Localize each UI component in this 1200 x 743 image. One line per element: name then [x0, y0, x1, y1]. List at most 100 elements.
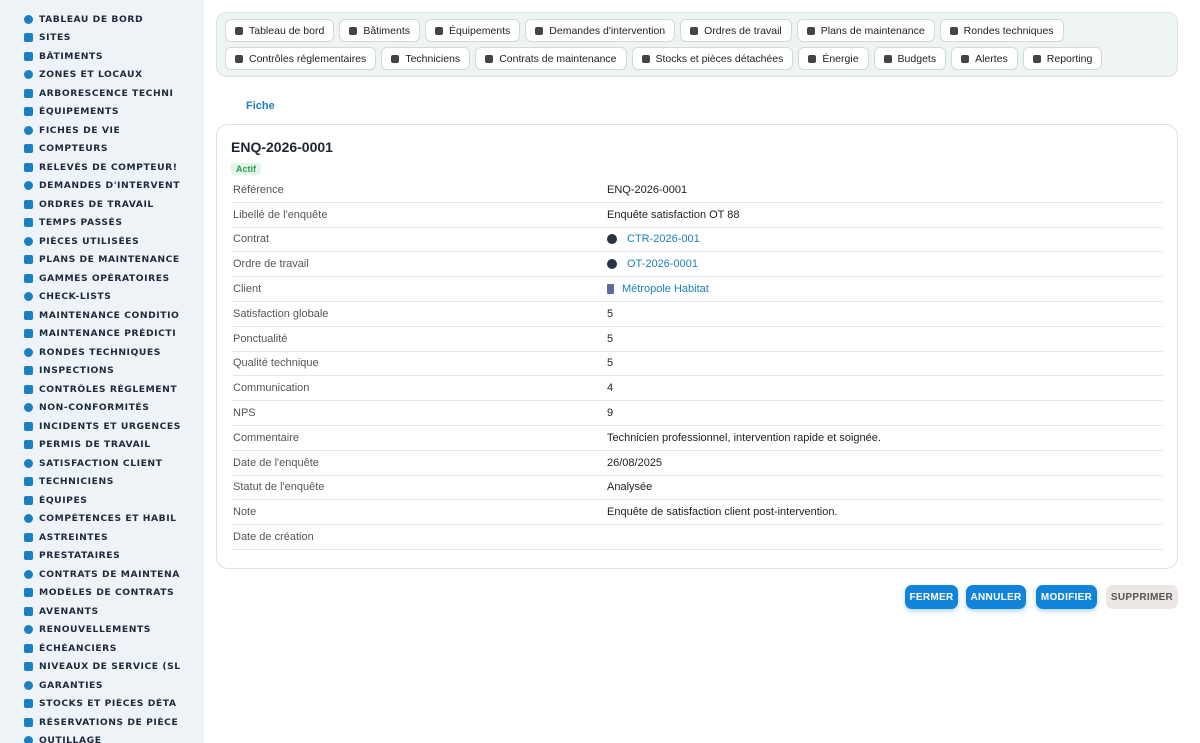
- top-nav-label: Énergie: [822, 52, 859, 65]
- field-value-text[interactable]: Métropole Habitat: [622, 283, 709, 295]
- top-nav-label: Équipements: [449, 24, 511, 37]
- sidebar-item[interactable]: GAMMES OPÉRATOIRES: [0, 269, 204, 288]
- top-nav-button[interactable]: Reporting: [1022, 47, 1103, 70]
- top-nav-button[interactable]: Demandes d'intervention: [525, 19, 676, 42]
- sidebar-item[interactable]: AVENANTS: [0, 602, 204, 621]
- sidebar-item[interactable]: ZONES ET LOCAUX: [0, 66, 204, 85]
- badge-icon: [24, 514, 33, 524]
- sidebar-item[interactable]: ÉCHÉANCIERS: [0, 639, 204, 658]
- question-icon: [535, 26, 544, 35]
- sidebar-item[interactable]: COMPTEURS: [0, 140, 204, 159]
- sidebar-item[interactable]: NIVEAUX DE SERVICE (SL: [0, 658, 204, 677]
- sidebar-item-label: SITES: [39, 32, 71, 44]
- sidebar-item[interactable]: SATISFACTION CLIENT: [0, 454, 204, 473]
- cancel-button[interactable]: ANNULER: [966, 585, 1026, 609]
- field-label: Qualité technique: [233, 357, 319, 370]
- sidebar-item[interactable]: GARANTIES: [0, 676, 204, 695]
- sidebar-item[interactable]: OUTILLAGE: [0, 732, 204, 743]
- top-nav-button[interactable]: Plans de maintenance: [796, 19, 935, 42]
- sidebar-item-label: ÉQUIPES: [39, 494, 88, 506]
- sidebar-item[interactable]: DEMANDES D'INTERVENT: [0, 177, 204, 196]
- building-icon: [349, 26, 358, 35]
- sidebar-item[interactable]: TECHNICIENS: [0, 473, 204, 492]
- sidebar-item[interactable]: PIÈCES UTILISÉES: [0, 232, 204, 251]
- field-link[interactable]: OT-2026-0001: [607, 258, 698, 270]
- top-nav-button[interactable]: Techniciens: [381, 47, 471, 70]
- record-card: ENQ-2026-0001 Actif Référence ENQ-2026-00…: [216, 124, 1178, 569]
- top-nav-button[interactable]: Stocks et pièces détachées: [631, 47, 794, 70]
- top-nav-button[interactable]: Tableau de bord: [225, 19, 335, 42]
- field-value-text: 4: [607, 382, 614, 395]
- sidebar-item[interactable]: TABLEAU DE BORD: [0, 10, 204, 29]
- sidebar-item[interactable]: MAINTENANCE CONDITIO: [0, 306, 204, 325]
- tab-fiche[interactable]: Fiche: [234, 98, 287, 127]
- sidebar-item[interactable]: CONTRÔLES RÉGLEMENT: [0, 380, 204, 399]
- sidebar-item[interactable]: CONTRATS DE MAINTENA: [0, 565, 204, 584]
- field-value-text[interactable]: OT-2026-0001: [627, 258, 698, 270]
- sidebar-item[interactable]: STOCKS ET PIÈCES DÉTA: [0, 695, 204, 714]
- sidebar-item[interactable]: ÉQUIPES: [0, 491, 204, 510]
- map-pin-icon: [24, 33, 33, 43]
- field-label: Libellé de l'enquête: [233, 208, 328, 221]
- top-nav-button[interactable]: Contrôles réglementaires: [225, 47, 377, 70]
- top-nav-button[interactable]: Contrats de maintenance: [475, 47, 627, 70]
- sidebar-item[interactable]: INCIDENTS ET URGENCES: [0, 417, 204, 436]
- sidebar-item-label: ASTREINTES: [39, 531, 109, 543]
- top-nav-button[interactable]: Alertes: [951, 47, 1018, 70]
- sidebar-item-label: GARANTIES: [39, 679, 104, 691]
- sidebar-item[interactable]: RÉSERVATIONS DE PIÈCE: [0, 713, 204, 732]
- top-nav-button[interactable]: Équipements: [425, 19, 521, 42]
- sidebar-item[interactable]: NON-CONFORMITÉS: [0, 399, 204, 418]
- sidebar-item[interactable]: ARBORESCENCE TECHNI: [0, 84, 204, 103]
- sidebar-item[interactable]: TEMPS PASSÉS: [0, 214, 204, 233]
- status-badge: Actif: [231, 163, 261, 175]
- top-nav-label: Demandes d'intervention: [549, 24, 666, 37]
- close-button[interactable]: FERMER: [905, 585, 958, 609]
- sidebar-item[interactable]: MAINTENANCE PRÉDICTI: [0, 325, 204, 344]
- sidebar-item[interactable]: ASTREINTES: [0, 528, 204, 547]
- field-value-text[interactable]: CTR-2026-001: [627, 233, 700, 245]
- sidebar-item-label: RÉSERVATIONS DE PIÈCE: [39, 716, 179, 728]
- edit-button[interactable]: MODIFIER: [1036, 585, 1097, 609]
- sidebar-item[interactable]: RELEVÉS DE COMPTEUR!: [0, 158, 204, 177]
- clipboard-icon: [690, 26, 699, 35]
- sidebar-item[interactable]: SITES: [0, 29, 204, 48]
- field-link[interactable]: CTR-2026-001: [607, 233, 700, 245]
- delete-button[interactable]: SUPPRIMER: [1106, 585, 1178, 609]
- sidebar-item-label: CONTRATS DE MAINTENA: [39, 568, 180, 580]
- record-title: ENQ-2026-0001: [231, 139, 333, 155]
- sidebar-item[interactable]: ÉQUIPEMENTS: [0, 103, 204, 122]
- sidebar-item[interactable]: MODÈLES DE CONTRATS: [0, 584, 204, 603]
- sidebar-item[interactable]: BÂTIMENTS: [0, 47, 204, 66]
- field-link[interactable]: Métropole Habitat: [607, 283, 709, 295]
- field-value: 5: [607, 308, 613, 320]
- field-value-text: 9: [607, 407, 614, 420]
- users-icon: [24, 495, 33, 505]
- sidebar-item[interactable]: INSPECTIONS: [0, 362, 204, 381]
- sidebar-item-label: ÉQUIPEMENTS: [39, 106, 120, 118]
- sidebar-item[interactable]: RONDES TECHNIQUES: [0, 343, 204, 362]
- route-icon: [24, 347, 33, 357]
- shield-icon: [24, 680, 33, 690]
- field-value: 4: [607, 382, 613, 394]
- sidebar-item[interactable]: PLANS DE MAINTENANCE: [0, 251, 204, 270]
- sidebar-item[interactable]: PRESTATAIRES: [0, 547, 204, 566]
- field-row: Date de l'enquête 26/08/2025: [231, 451, 1163, 476]
- sidebar-item[interactable]: RENOUVELLEMENTS: [0, 621, 204, 640]
- sla-icon: [24, 662, 33, 672]
- field-label: Satisfaction globale: [233, 307, 329, 320]
- top-nav-button[interactable]: Ordres de travail: [680, 19, 792, 42]
- top-nav-button[interactable]: Budgets: [873, 47, 947, 70]
- sidebar-item[interactable]: PERMIS DE TRAVAIL: [0, 436, 204, 455]
- sidebar-item-label: PERMIS DE TRAVAIL: [39, 439, 151, 451]
- sidebar-item[interactable]: CHECK-LISTS: [0, 288, 204, 307]
- sidebar-item[interactable]: COMPÉTENCES ET HABIL: [0, 510, 204, 529]
- sidebar-item[interactable]: ORDRES DE TRAVAIL: [0, 195, 204, 214]
- top-nav-button[interactable]: Énergie: [798, 47, 869, 70]
- top-nav-button[interactable]: Rondes techniques: [939, 19, 1064, 42]
- top-nav-button[interactable]: Bâtiments: [339, 19, 420, 42]
- sidebar-item[interactable]: FICHES DE VIE: [0, 121, 204, 140]
- field-row: Référence ENQ-2026-0001: [231, 178, 1163, 203]
- sidebar-item-label: BÂTIMENTS: [39, 50, 104, 62]
- field-value: ENQ-2026-0001: [607, 184, 687, 196]
